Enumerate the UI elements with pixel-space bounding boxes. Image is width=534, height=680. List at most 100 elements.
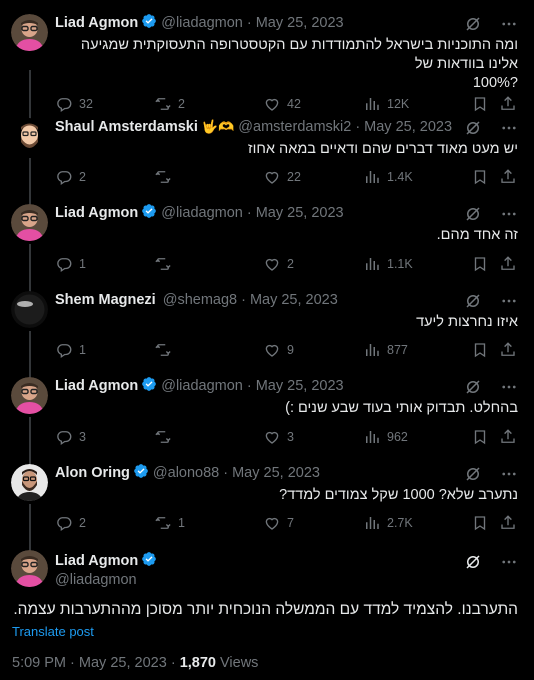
views-count: 2.7K	[387, 516, 413, 530]
post-date[interactable]: May 25, 2023	[256, 378, 344, 394]
more-icon[interactable]	[500, 292, 518, 310]
grok-icon[interactable]	[464, 205, 482, 223]
bookmark-button[interactable]	[471, 514, 489, 532]
grok-icon[interactable]	[464, 15, 482, 33]
retweet-icon	[155, 171, 171, 183]
reply-button[interactable]: 3	[55, 428, 86, 446]
author-handle[interactable]: @liadagmon	[161, 15, 243, 31]
views-button[interactable]: 2.7K	[363, 514, 413, 532]
views-button[interactable]: 1.4K	[363, 168, 413, 186]
author-name[interactable]: Liad Agmon	[55, 553, 138, 569]
author-name[interactable]: Liad Agmon	[55, 205, 138, 221]
reply-button[interactable]: 2	[55, 514, 86, 532]
bookmark-button[interactable]	[471, 95, 489, 113]
post-date[interactable]: May 25, 2023	[250, 292, 338, 308]
retweet-button[interactable]	[154, 341, 178, 359]
more-icon[interactable]	[500, 15, 518, 33]
views-button[interactable]: 877	[363, 341, 408, 359]
share-button[interactable]	[499, 95, 517, 113]
bookmark-button[interactable]	[471, 428, 489, 446]
avatar[interactable]	[11, 377, 48, 414]
avatar[interactable]	[11, 14, 48, 51]
like-button[interactable]: 7	[263, 514, 294, 532]
more-icon[interactable]	[500, 378, 518, 396]
like-button[interactable]: 22	[263, 168, 301, 186]
share-button[interactable]	[499, 428, 517, 446]
views-count: 962	[387, 430, 408, 444]
more-icon[interactable]	[500, 465, 518, 483]
views-icon	[366, 517, 379, 529]
share-button[interactable]	[499, 168, 517, 186]
reply-button[interactable]: 1	[55, 341, 86, 359]
author-name[interactable]: Alon Oring	[55, 465, 130, 481]
post-date[interactable]: May 25, 2023	[79, 655, 167, 671]
reply-button[interactable]: 1	[55, 255, 86, 273]
meta-separator: ·	[241, 292, 246, 308]
retweet-button[interactable]: 1	[154, 514, 185, 532]
like-button[interactable]: 2	[263, 255, 294, 273]
views-button[interactable]: 1.1K	[363, 255, 413, 273]
author-name[interactable]: Liad Agmon	[55, 15, 138, 31]
views-label: Views	[220, 655, 259, 671]
avatar[interactable]	[11, 291, 48, 328]
avatar[interactable]	[11, 204, 48, 241]
more-icon[interactable]	[500, 553, 518, 571]
retweet-button[interactable]: 2	[154, 95, 185, 113]
share-button[interactable]	[499, 514, 517, 532]
grok-icon[interactable]	[464, 119, 482, 137]
post-time[interactable]: 5:09 PM	[12, 655, 66, 671]
more-icon[interactable]	[500, 205, 518, 223]
grok-icon[interactable]	[464, 292, 482, 310]
share-icon	[501, 96, 515, 110]
tweet-actions: 32 2 42 12K	[55, 94, 517, 114]
reply-button[interactable]: 32	[55, 95, 93, 113]
more-icon[interactable]	[500, 119, 518, 137]
views-button[interactable]: 12K	[363, 95, 409, 113]
post-date[interactable]: May 25, 2023	[256, 15, 344, 31]
share-button[interactable]	[499, 341, 517, 359]
post-date[interactable]: May 25, 2023	[256, 205, 344, 221]
grok-icon[interactable]	[464, 378, 482, 396]
author-handle[interactable]: @liadagmon	[161, 205, 243, 221]
grok-icon[interactable]	[464, 465, 482, 483]
author-handle[interactable]: @liadagmon	[55, 572, 161, 588]
author-handle[interactable]: @liadagmon	[161, 378, 243, 394]
author-handle[interactable]: @alono88	[153, 465, 219, 481]
avatar[interactable]	[11, 550, 48, 587]
avatar[interactable]	[11, 464, 48, 501]
post-date[interactable]: May 25, 2023	[364, 119, 452, 135]
views-icon	[366, 344, 379, 356]
meta-separator: ·	[355, 119, 361, 135]
grok-icon[interactable]	[464, 553, 482, 571]
retweet-button[interactable]	[154, 428, 178, 446]
bookmark-button[interactable]	[471, 341, 489, 359]
like-button[interactable]: 42	[263, 95, 301, 113]
meta-separator: ·	[246, 15, 252, 31]
header-actions	[464, 465, 518, 483]
author-name[interactable]: Shaul Amsterdamski	[55, 119, 198, 135]
bookmark-button[interactable]	[471, 255, 489, 273]
retweet-button[interactable]	[154, 255, 178, 273]
like-button[interactable]: 3	[263, 428, 294, 446]
reply-button[interactable]: 2	[55, 168, 86, 186]
views-button[interactable]: 962	[363, 428, 408, 446]
bookmark-icon	[474, 430, 486, 445]
post-date[interactable]: May 25, 2023	[232, 465, 320, 481]
author-handle[interactable]: @amsterdamski2	[238, 119, 351, 135]
share-button[interactable]	[499, 255, 517, 273]
bookmark-button[interactable]	[471, 168, 489, 186]
author-name[interactable]: Liad Agmon	[55, 378, 138, 394]
reply-icon	[57, 171, 72, 186]
reply-tweet: Liad Agmon @liadagmon · May 25, 2023 ומה התו…	[0, 14, 534, 132]
author-name[interactable]: Shem Magnezi	[55, 292, 156, 308]
reply-count: 1	[79, 257, 86, 271]
retweet-button[interactable]	[154, 168, 178, 186]
header-actions	[464, 15, 518, 33]
avatar[interactable]	[11, 118, 48, 155]
translate-post-link[interactable]: Translate post	[12, 624, 94, 639]
author-handle[interactable]: @shemag8	[163, 292, 237, 308]
meta-separator: ·	[170, 655, 176, 671]
bookmark-icon	[474, 97, 486, 112]
like-button[interactable]: 9	[263, 341, 294, 359]
views-icon	[366, 98, 379, 110]
